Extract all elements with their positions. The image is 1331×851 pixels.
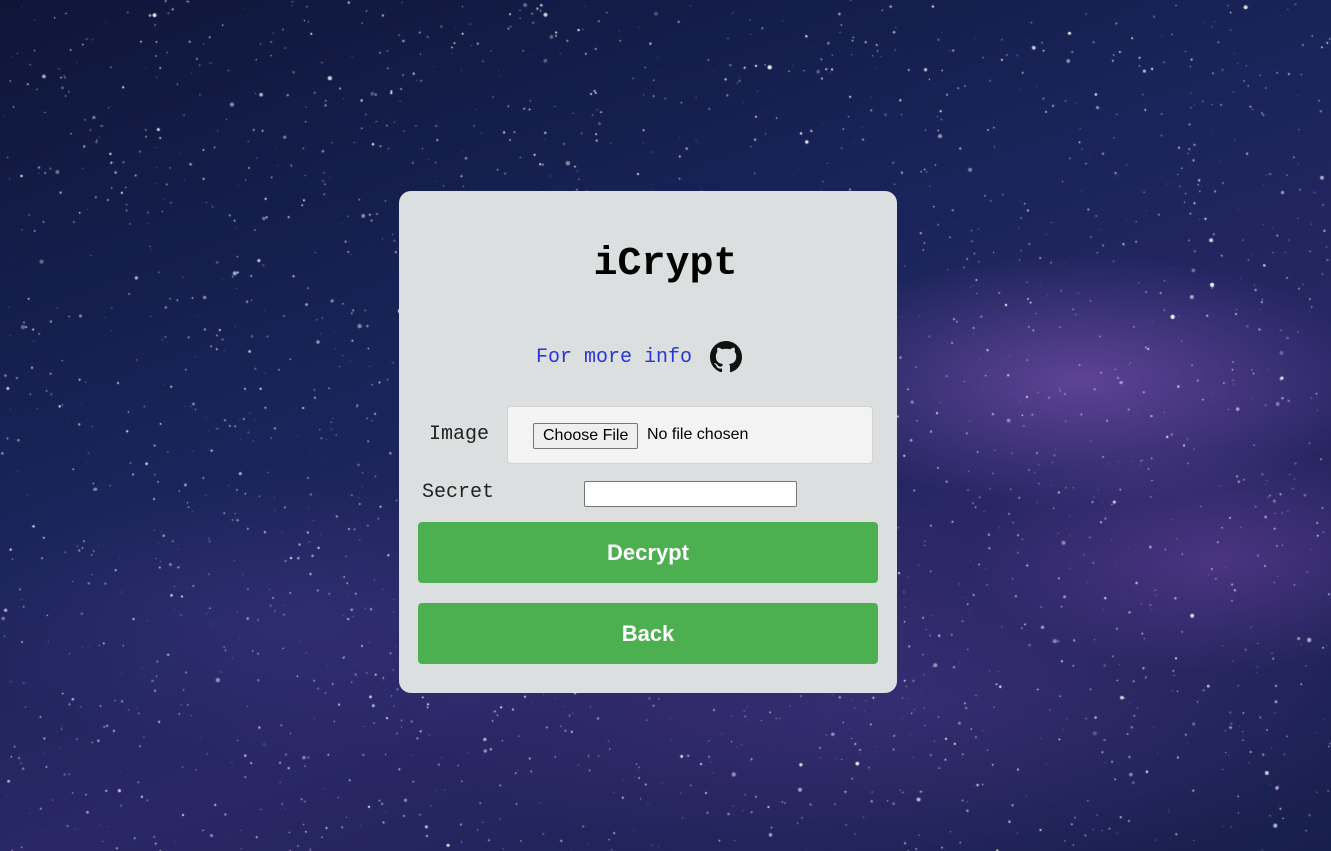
decrypt-button[interactable]: Decrypt (418, 522, 878, 583)
choose-file-button[interactable]: Choose File (533, 423, 639, 449)
secret-label: Secret (422, 481, 495, 504)
back-button[interactable]: Back (418, 603, 878, 664)
more-info-link[interactable]: For more info (536, 346, 692, 369)
info-row: For more info (536, 340, 743, 374)
app-title: iCrypt (593, 242, 738, 287)
secret-input[interactable] (584, 481, 797, 507)
image-label: Image (429, 423, 490, 446)
image-file-input: Choose File No file chosen (507, 406, 873, 464)
file-status-text: No file chosen (647, 426, 749, 443)
github-icon[interactable] (710, 341, 743, 373)
